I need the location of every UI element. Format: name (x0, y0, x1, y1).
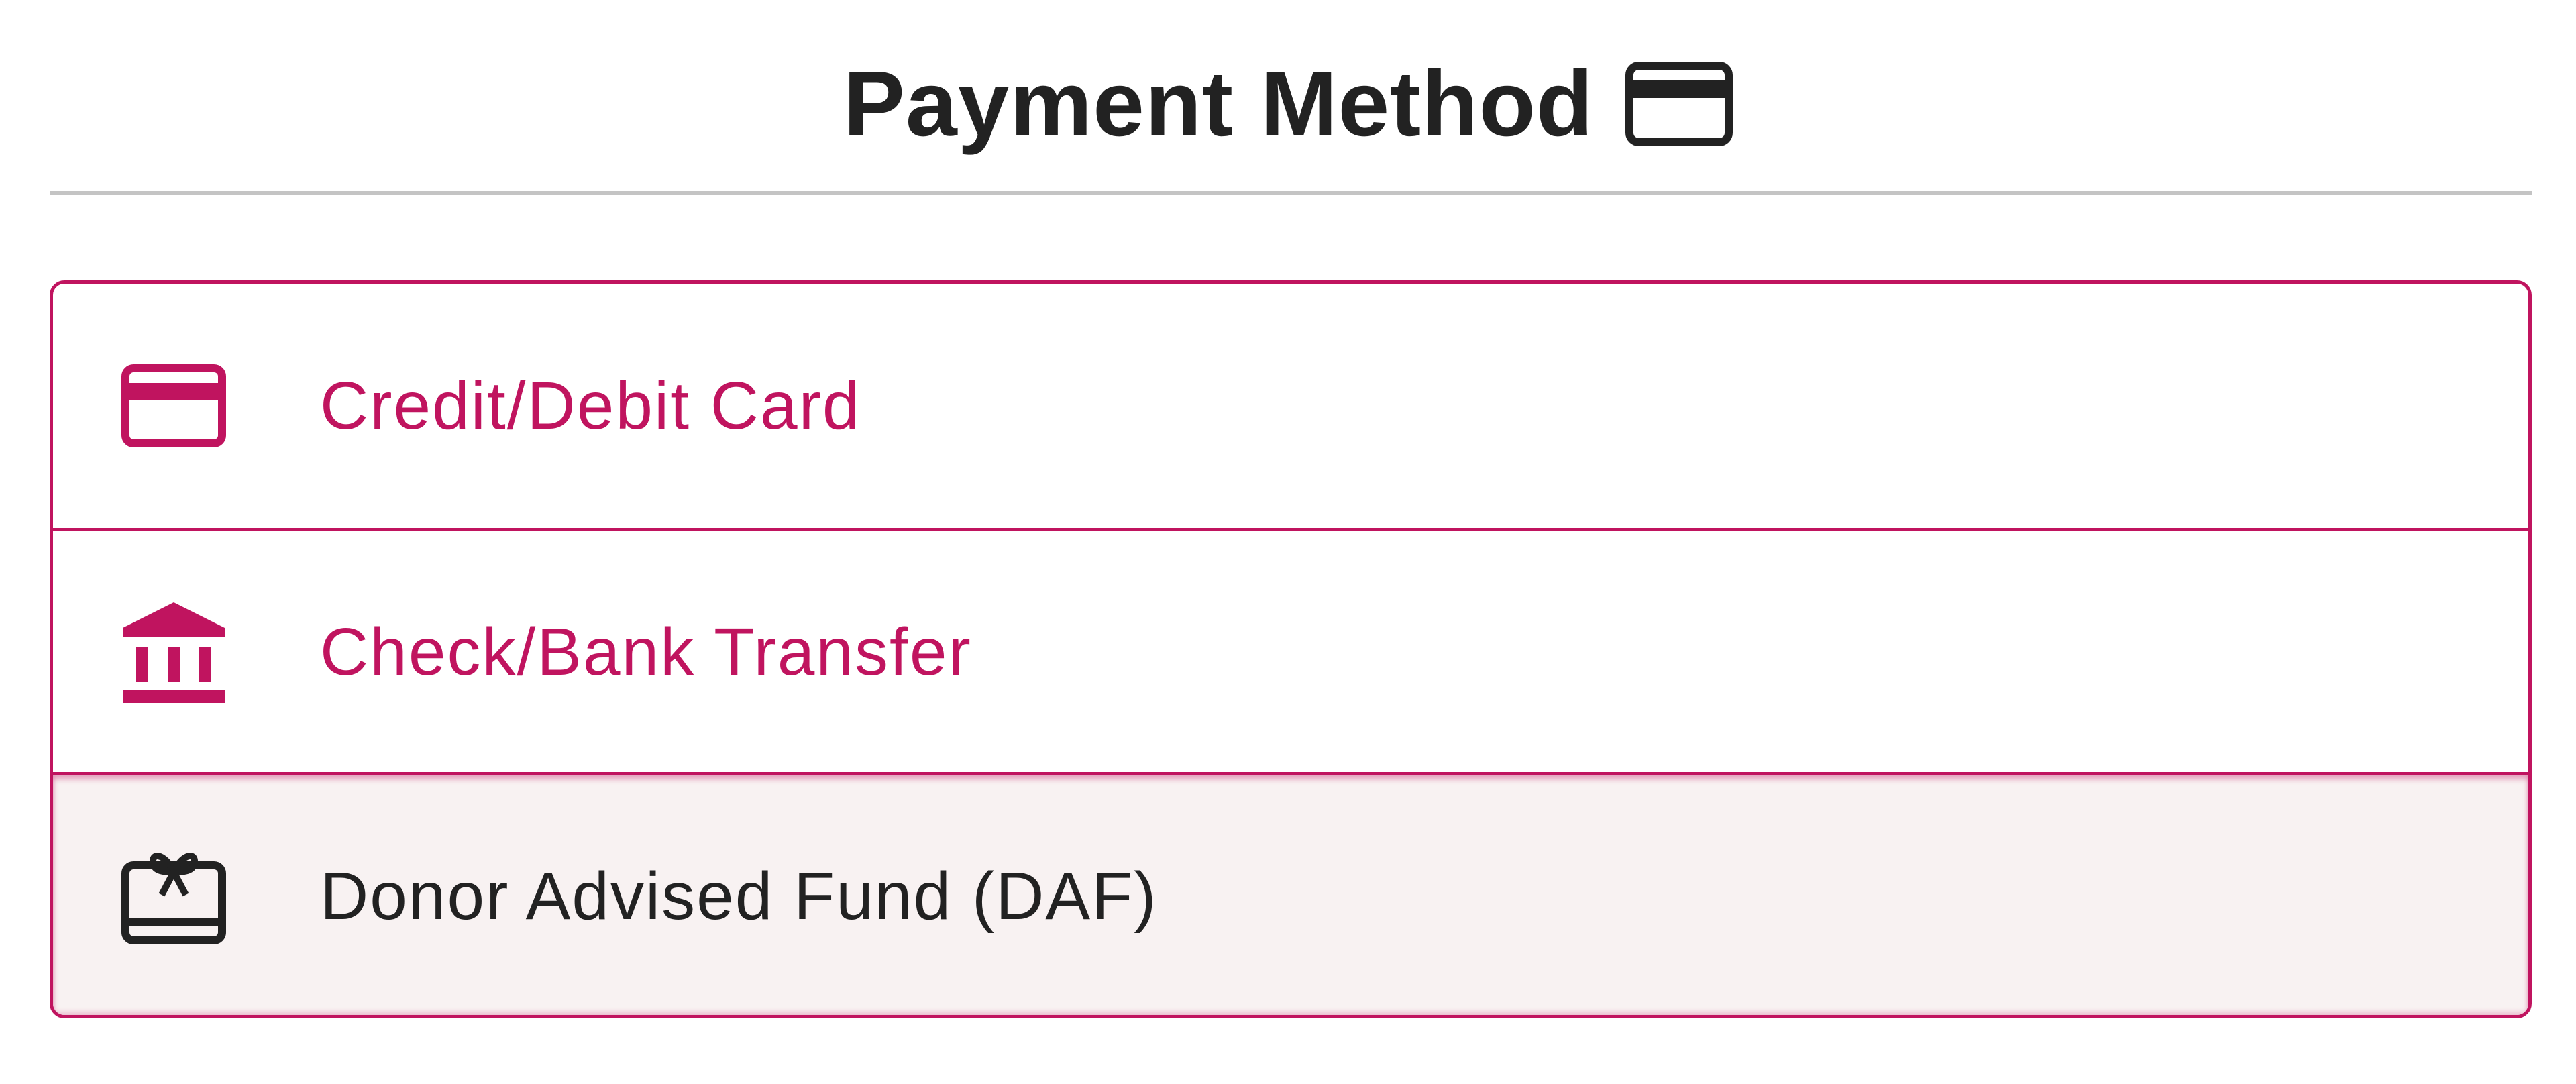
option-label: Donor Advised Fund (DAF) (320, 858, 1158, 934)
header-divider (50, 191, 2532, 195)
option-label: Credit/Debit Card (320, 368, 861, 443)
payment-method-header: Payment Method (0, 0, 2576, 195)
payment-options-list: Credit/Debit Card Check/Bank Transfer Do… (50, 280, 2532, 1018)
option-donor-advised-fund[interactable]: Donor Advised Fund (DAF) (53, 772, 2528, 1015)
bank-icon (120, 598, 227, 706)
credit-card-icon (1625, 62, 1733, 146)
gift-card-icon (120, 843, 227, 950)
option-check-bank-transfer[interactable]: Check/Bank Transfer (53, 528, 2528, 772)
option-label: Check/Bank Transfer (320, 614, 972, 690)
credit-card-icon (120, 352, 227, 459)
page-title: Payment Method (843, 52, 1594, 156)
option-credit-debit-card[interactable]: Credit/Debit Card (53, 284, 2528, 528)
header-title-row: Payment Method (0, 47, 2576, 161)
